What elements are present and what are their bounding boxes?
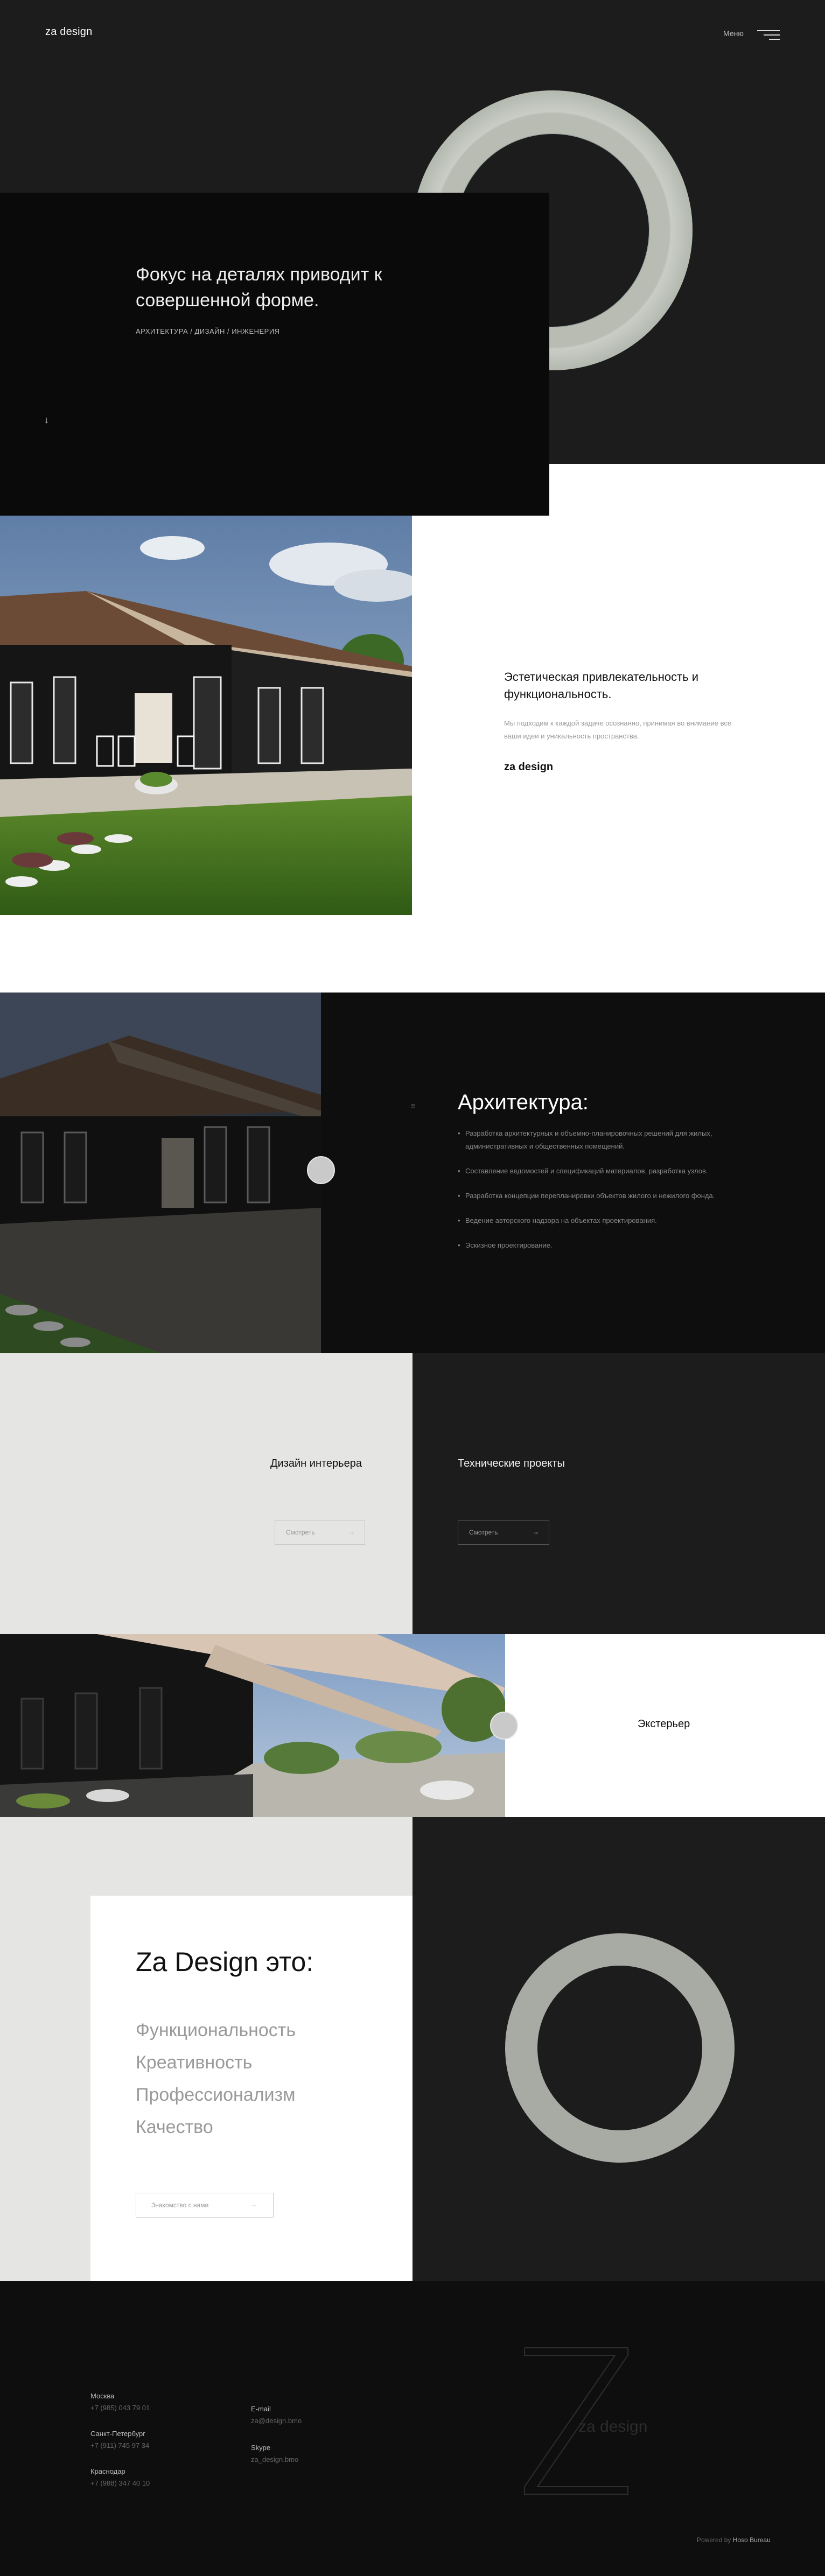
exterior-section: Экстерьер	[0, 1634, 825, 1817]
technical-title: Технические проекты	[458, 1458, 565, 1469]
menu-label[interactable]: Меню	[723, 29, 744, 38]
contact-city: Краснодар	[90, 2467, 125, 2475]
architecture-section: ≡ Архитектура: Разработка архитектурных …	[0, 993, 825, 1353]
about-logo: za design	[504, 761, 554, 773]
contact-city: Санкт-Петербург	[90, 2430, 145, 2438]
about-title: Эстетическая привлекательность и функцио…	[504, 670, 699, 701]
email-link[interactable]: za@design.bmo	[251, 2417, 302, 2425]
interior-panel: Дизайн интерьера Смотреть →	[0, 1353, 413, 1634]
exterior-title: Экстерьер	[638, 1718, 690, 1730]
about-section: Эстетическая привлекательность и функцио…	[0, 464, 825, 993]
arrow-down-icon[interactable]: ↓	[44, 414, 49, 426]
powered-by: Powered by Hoso Bureau	[697, 2536, 771, 2544]
exterior-photo	[0, 1634, 505, 1817]
email-label: E-mail	[251, 2405, 271, 2413]
arrow-right-icon: →	[250, 2201, 257, 2208]
house-photo	[0, 516, 412, 915]
quality-item: Качество	[136, 2117, 213, 2137]
site-logo[interactable]: za design	[45, 26, 92, 38]
skype-link[interactable]: za_design.bmo	[251, 2455, 298, 2464]
architecture-title: Архитектура:	[458, 1090, 589, 1114]
architecture-list: Разработка архитектурных и объемно-плани…	[458, 1127, 738, 1264]
interior-view-button[interactable]: Смотреть →	[275, 1520, 365, 1545]
powered-link[interactable]: Hoso Bureau	[733, 2536, 771, 2544]
watermark-text: za design	[578, 2418, 648, 2436]
list-item: Ведение авторского надзора на объектах п…	[458, 1214, 738, 1227]
about-description: Мы подходим к каждой задаче осознанно, п…	[504, 719, 732, 740]
powered-prefix: Powered by	[697, 2536, 731, 2544]
architecture-photo	[0, 993, 321, 1353]
button-label: Смотреть	[469, 1529, 498, 1536]
quality-item: Функциональность	[136, 2020, 296, 2040]
services-section: Дизайн интерьера Смотреть → Технические …	[0, 1353, 825, 1634]
button-label: Смотреть	[286, 1529, 315, 1536]
interior-title: Дизайн интерьера	[270, 1458, 362, 1469]
list-item: Разработка архитектурных и объемно-плани…	[458, 1127, 738, 1153]
contact-phone[interactable]: +7 (985) 043 79 01	[90, 2404, 150, 2412]
contact-phone[interactable]: +7 (911) 745 97 34	[90, 2441, 149, 2450]
about-us-button[interactable]: Знакомство с нами →	[136, 2193, 274, 2218]
footer: Москва +7 (985) 043 79 01 Санкт-Петербур…	[0, 2281, 825, 2576]
hero-title: Фокус на деталях приводит к совершенной …	[136, 264, 382, 311]
building-ring-image	[505, 1933, 735, 2163]
list-item: Эскизное проектирование.	[458, 1239, 738, 1252]
list-icon: ≡	[411, 1101, 416, 1110]
za-design-title: Za Design это:	[136, 1947, 314, 1977]
qualities-list: Функциональность Креативность Профессион…	[136, 2014, 296, 2143]
button-label: Знакомство с нами	[151, 2201, 209, 2209]
exterior-slider-dot-button[interactable]	[490, 1712, 518, 1740]
arrow-right-icon: →	[533, 1528, 539, 1536]
za-design-card: Za Design это: Функциональность Креативн…	[90, 1896, 413, 2281]
contact-phone[interactable]: +7 (988) 347 40 10	[90, 2479, 150, 2487]
hero-text-box: Фокус на деталях приводит к совершенной …	[0, 193, 549, 516]
slider-dot-button[interactable]	[307, 1156, 335, 1184]
list-item: Разработка концепции перепланировки объе…	[458, 1190, 738, 1202]
contact-city: Москва	[90, 2392, 115, 2400]
quality-item: Креативность	[136, 2052, 253, 2073]
hamburger-menu-icon[interactable]	[757, 28, 780, 41]
quality-item: Профессионализм	[136, 2085, 296, 2105]
hero-subtitle: АРХИТЕКТУРА / ДИЗАЙН / ИНЖЕНЕРИЯ	[136, 327, 280, 335]
technical-panel	[413, 1353, 825, 1634]
arrow-right-icon: →	[348, 1528, 355, 1536]
list-item: Составление ведомостей и спецификаций ма…	[458, 1165, 738, 1178]
skype-label: Skype	[251, 2444, 271, 2452]
technical-view-button[interactable]: Смотреть →	[458, 1520, 549, 1545]
